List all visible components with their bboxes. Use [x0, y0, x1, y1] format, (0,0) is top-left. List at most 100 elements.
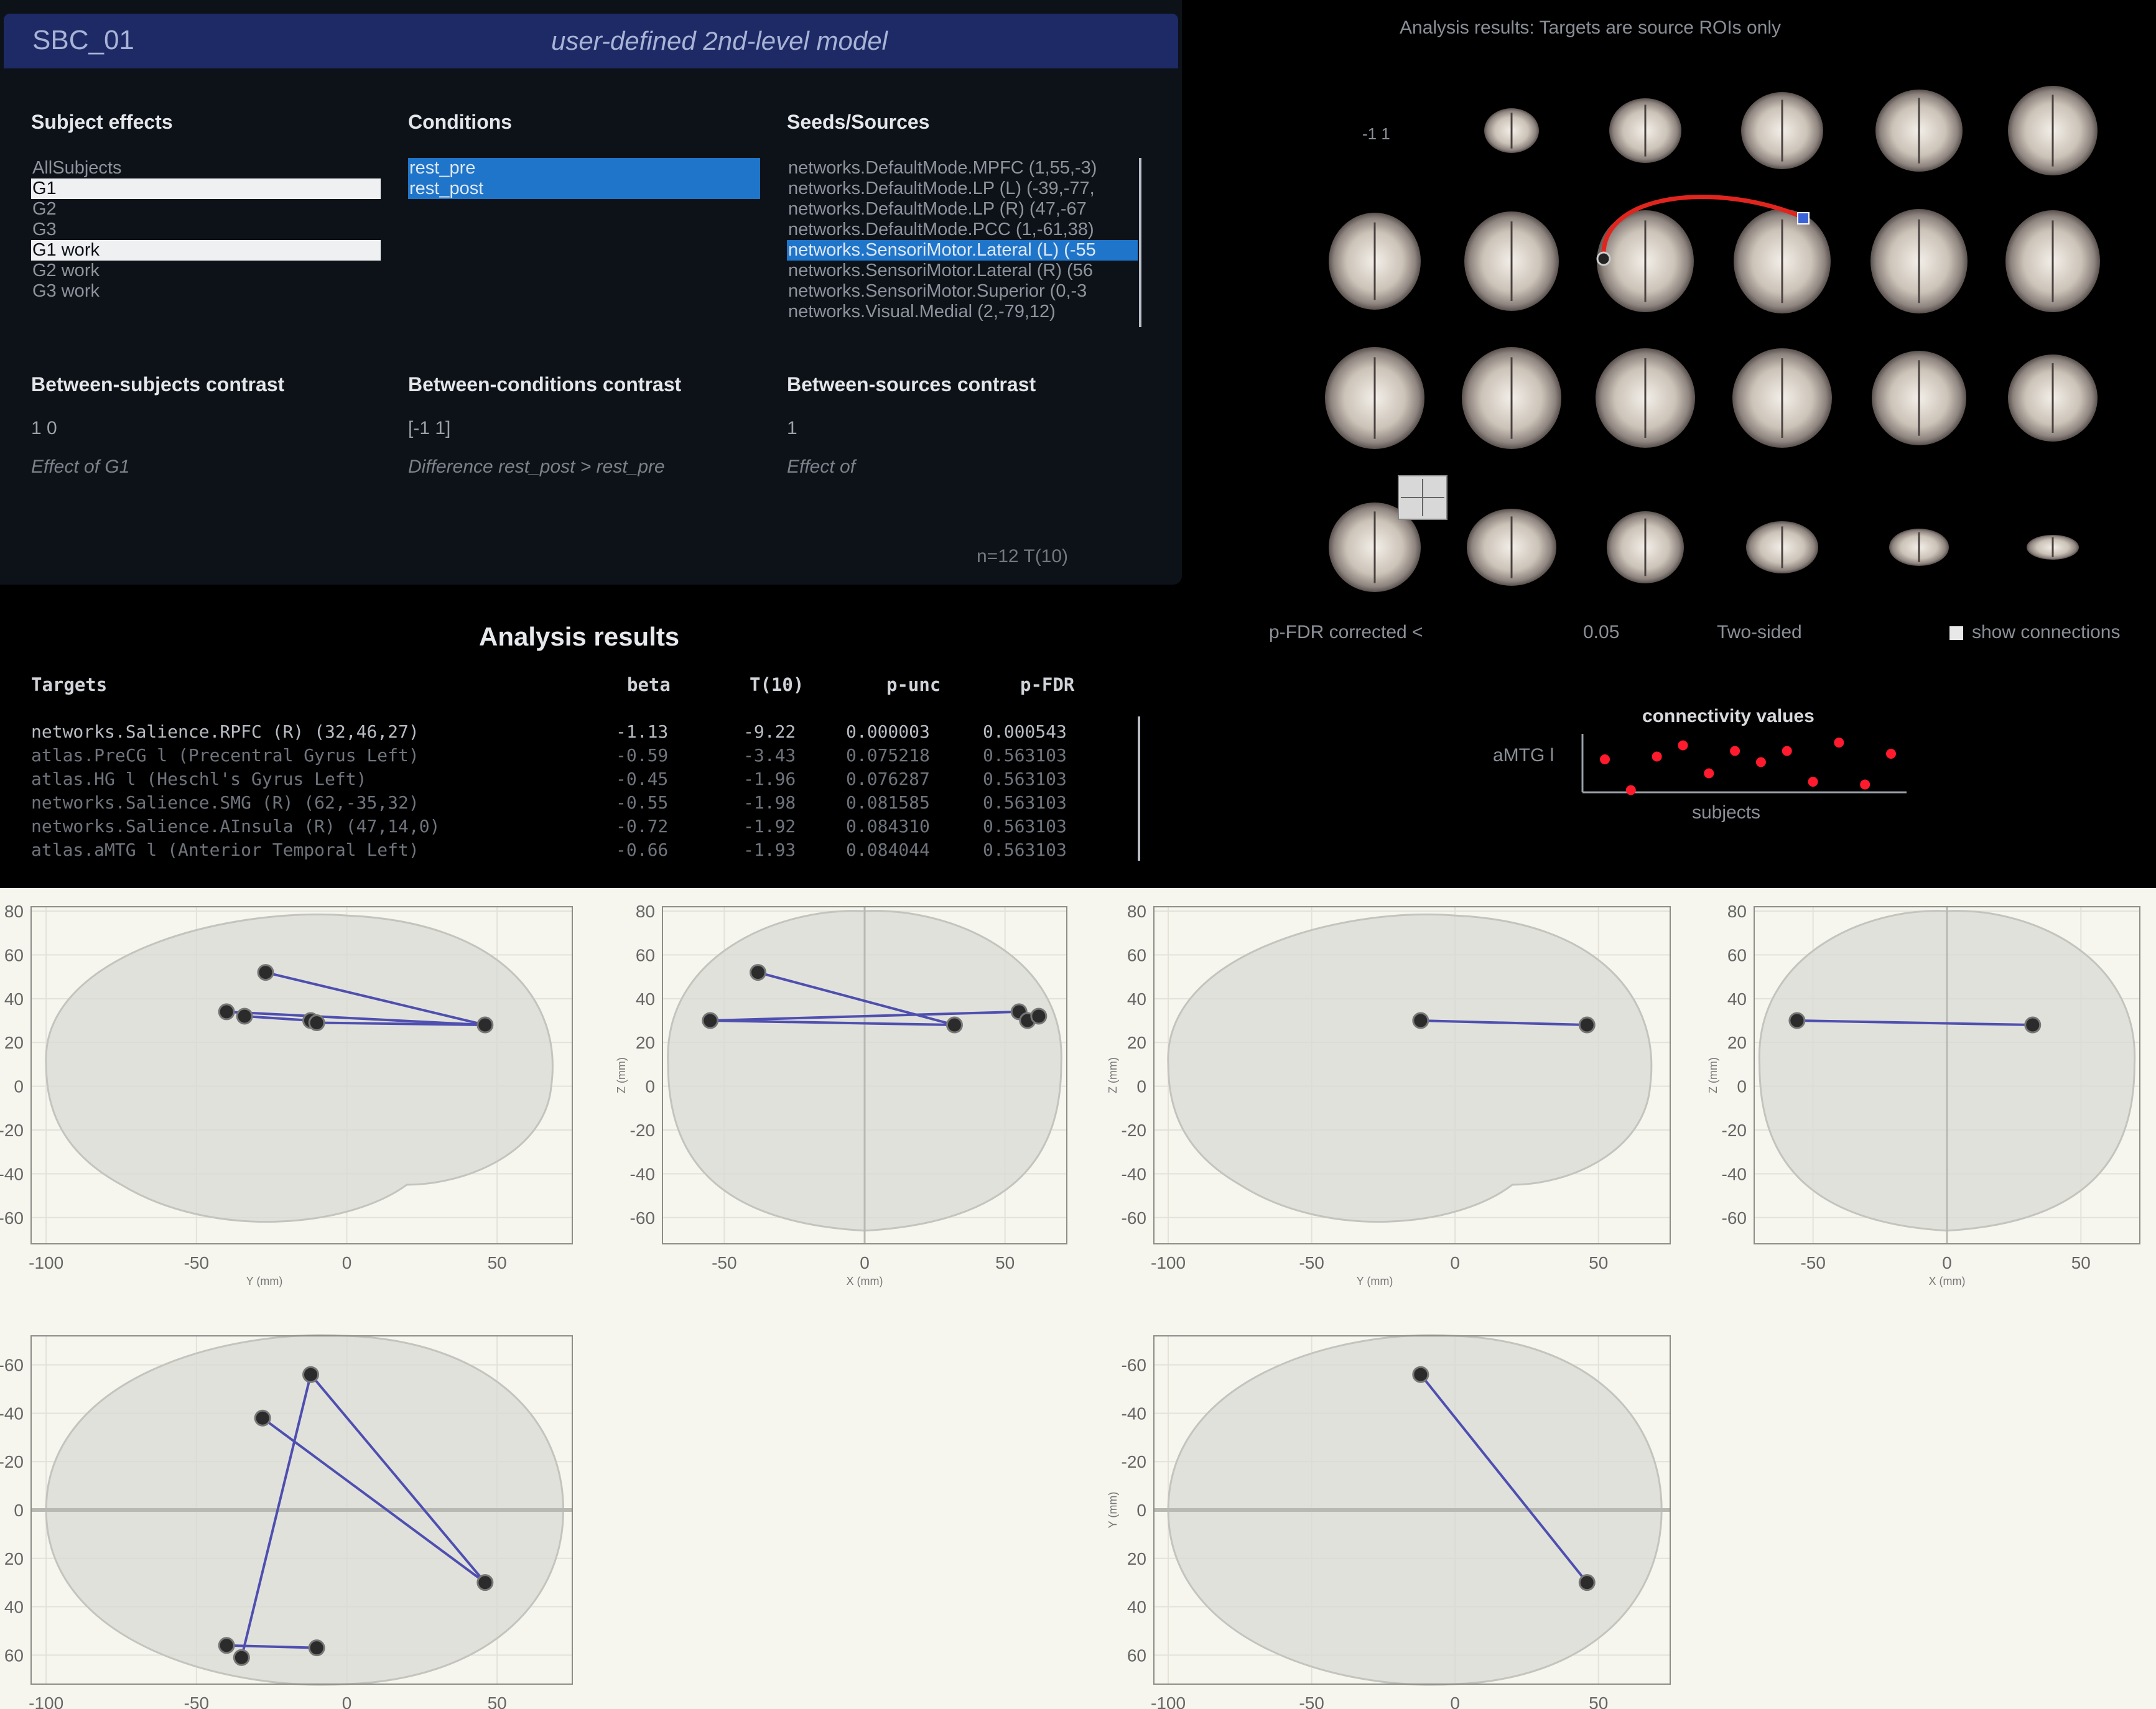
result-t-cell[interactable]: -1.92	[743, 816, 796, 836]
roi-node[interactable]	[946, 1016, 963, 1034]
roi-node[interactable]	[1412, 1012, 1429, 1029]
roi-node[interactable]	[1788, 1012, 1806, 1029]
x-axis-label: Y (mm)	[246, 1275, 283, 1287]
seed-source-item[interactable]: networks.DefaultMode.MPFC (1,55,-3)	[787, 158, 1138, 178]
result-t-cell[interactable]: -9.22	[743, 721, 796, 742]
result-p-fdr-cell[interactable]: 0.563103	[983, 769, 1067, 789]
result-beta-cell[interactable]: -0.66	[616, 840, 668, 860]
roi-node[interactable]	[257, 964, 274, 981]
result-t-cell[interactable]: -1.98	[743, 792, 796, 813]
coronal-view-1[interactable]: -50 0 50 80 60 40 20 0 -20 -40 -60 X (mm) Z (mm)	[615, 902, 1067, 1287]
result-beta-cell[interactable]: -0.55	[616, 792, 668, 813]
sagittal-view-1[interactable]: -100-50050806040200-20-40-60Y (mm)Z (mm)	[0, 902, 573, 1287]
result-p-unc-cell[interactable]: 0.000003	[846, 721, 930, 742]
show-connections-checkbox[interactable]	[1949, 626, 1963, 640]
seeds-sources-list[interactable]: networks.DefaultMode.MPFC (1,55,-3) netwo…	[787, 158, 1138, 322]
roi-node[interactable]	[254, 1409, 271, 1427]
sagittal-view-2[interactable]: -100 -50 0 50 80 60 40 20 0 -20 -40 -60 Y (mm) Z (mm)	[1107, 902, 1671, 1287]
seed-source-item[interactable]: networks.SensoriMotor.Superior (0,-3	[787, 281, 1138, 302]
col-p-fdr[interactable]: p-FDR	[1020, 674, 1074, 695]
seed-source-item[interactable]: networks.Visual.Medial (2,-79,12)	[787, 302, 1138, 322]
result-p-unc-cell[interactable]: 0.076287	[846, 769, 930, 789]
roi-node[interactable]	[476, 1016, 494, 1034]
result-p-unc-cell[interactable]: 0.075218	[846, 745, 930, 766]
conditions-list[interactable]: rest_pre rest_post	[408, 158, 760, 199]
y-tick-label: 40	[4, 989, 24, 1009]
subject-effect-item[interactable]: AllSubjects	[31, 158, 381, 178]
result-p-fdr-cell[interactable]: 0.563103	[983, 840, 1067, 860]
threshold-value[interactable]: 0.05	[1583, 622, 1619, 643]
axial-view-1[interactable]: -100-50050-60-40-200204060X (mm)Y (mm)	[0, 1334, 573, 1709]
model-label[interactable]: user-defined 2nd-level model	[551, 26, 888, 56]
seed-source-item[interactable]: networks.SensoriMotor.Lateral (R) (56	[787, 261, 1138, 281]
result-beta-cell[interactable]: -1.13	[616, 721, 668, 742]
subject-effect-item[interactable]: G3 work	[31, 281, 381, 302]
result-p-unc-cell[interactable]: 0.084044	[846, 840, 930, 860]
col-targets[interactable]: Targets	[31, 674, 107, 695]
axial-slice-montage[interactable]	[1306, 75, 2156, 597]
result-beta-cell[interactable]: -0.59	[616, 745, 668, 766]
subject-effects-list[interactable]: AllSubjects G1 G2 G3 G1 work G2 work G3 work	[31, 158, 381, 302]
subject-effect-item[interactable]: G2	[31, 199, 381, 220]
roi-node[interactable]	[1578, 1016, 1596, 1034]
seed-source-item[interactable]: networks.DefaultMode.LP (R) (47,-67	[787, 199, 1138, 220]
result-target-cell[interactable]: atlas.aMTG l (Anterior Temporal Left)	[31, 840, 419, 860]
subject-effect-item[interactable]: G1	[31, 178, 381, 199]
result-beta-cell[interactable]: -0.45	[616, 769, 668, 789]
result-beta-cell[interactable]: -0.72	[616, 816, 668, 836]
y-axis-label: Z (mm)	[615, 1057, 628, 1093]
between-sources-value[interactable]: 1	[787, 418, 797, 439]
between-conditions-value[interactable]: [-1 1]	[408, 418, 450, 439]
y-tick-label: 40	[1127, 1598, 1146, 1617]
condition-item[interactable]: rest_pre	[408, 158, 760, 178]
sidedness-select[interactable]: Two-sided	[1717, 622, 1802, 643]
result-t-cell[interactable]: -1.96	[743, 769, 796, 789]
roi-node[interactable]	[236, 1007, 253, 1025]
seed-source-item[interactable]: networks.DefaultMode.LP (L) (-39,-77,	[787, 178, 1138, 199]
seeds-scrollbar[interactable]	[1139, 158, 1141, 327]
result-t-cell[interactable]: -3.43	[743, 745, 796, 766]
result-p-fdr-cell[interactable]: 0.563103	[983, 816, 1067, 836]
roi-node[interactable]	[1412, 1366, 1429, 1383]
condition-item[interactable]: rest_post	[408, 178, 760, 199]
result-target-cell[interactable]: atlas.PreCG l (Precentral Gyrus Left)	[31, 745, 419, 766]
stats-label: n=12 T(10)	[977, 546, 1069, 567]
between-subjects-value[interactable]: 1 0	[31, 418, 57, 439]
roi-node[interactable]	[476, 1574, 494, 1591]
subject-effect-item[interactable]: G3	[31, 220, 381, 240]
result-target-cell[interactable]: networks.Salience.SMG (R) (62,-35,32)	[31, 792, 419, 813]
results-scrollbar[interactable]	[1138, 716, 1140, 861]
roi-node[interactable]	[1578, 1574, 1596, 1591]
roi-node[interactable]	[749, 964, 766, 981]
result-target-cell[interactable]: networks.Salience.RPFC (R) (32,46,27)	[31, 721, 419, 742]
roi-node[interactable]	[1030, 1007, 1048, 1025]
result-p-unc-cell[interactable]: 0.081585	[846, 792, 930, 813]
roi-node[interactable]	[702, 1012, 719, 1029]
result-p-fdr-cell[interactable]: 0.563103	[983, 792, 1067, 813]
seed-source-item[interactable]: networks.DefaultMode.PCC (1,-61,38)	[787, 220, 1138, 240]
result-p-fdr-cell[interactable]: 0.000543	[983, 721, 1067, 742]
roi-node[interactable]	[308, 1014, 325, 1032]
result-target-cell[interactable]: networks.Salience.AInsula (R) (47,14,0)	[31, 816, 440, 836]
result-target-cell[interactable]: atlas.HG l (Heschl's Gyrus Left)	[31, 769, 366, 789]
coronal-view-2[interactable]: -50 0 50 80 60 40 20 0 -20 -40 -60 X (mm) Z (mm)	[1707, 902, 2140, 1287]
roi-node[interactable]	[302, 1366, 319, 1383]
subject-effect-item[interactable]: G1 work	[31, 240, 381, 261]
roi-node[interactable]	[308, 1639, 325, 1657]
roi-node[interactable]	[218, 1003, 235, 1021]
between-conditions-heading: Between-conditions contrast	[408, 373, 682, 396]
col-beta[interactable]: beta	[627, 674, 671, 695]
roi-node[interactable]	[218, 1637, 235, 1654]
subject-effect-item[interactable]: G2 work	[31, 261, 381, 281]
col-p-unc[interactable]: p-unc	[886, 674, 941, 695]
col-t[interactable]: T(10)	[750, 674, 804, 695]
connectivity-scatter	[1581, 734, 1907, 795]
analysis-name[interactable]: SBC_01	[32, 25, 134, 56]
result-t-cell[interactable]: -1.93	[743, 840, 796, 860]
seed-source-item[interactable]: networks.SensoriMotor.Lateral (L) (-55	[787, 240, 1138, 261]
roi-node[interactable]	[2024, 1016, 2042, 1034]
result-p-unc-cell[interactable]: 0.084310	[846, 816, 930, 836]
axial-view-2[interactable]: -100-50050-60-40-200204060X (mm)Y (mm)	[1107, 1334, 1671, 1709]
result-p-fdr-cell[interactable]: 0.563103	[983, 745, 1067, 766]
roi-node[interactable]	[233, 1649, 250, 1666]
